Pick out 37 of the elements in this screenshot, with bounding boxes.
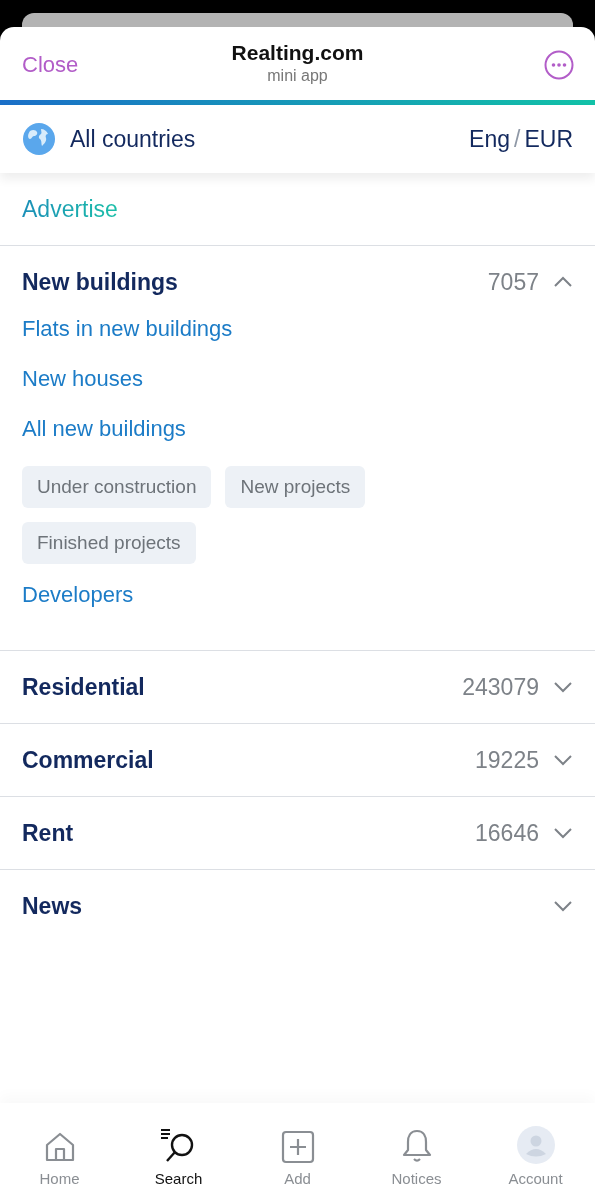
tab-button[interactable]: Notices bbox=[357, 1103, 476, 1200]
app-subtitle: mini app bbox=[267, 67, 328, 85]
listing-count: 7057 bbox=[487, 268, 539, 296]
separator: / bbox=[514, 125, 521, 153]
tab-button[interactable]: Home bbox=[0, 1103, 119, 1200]
listing-count: 19225 bbox=[475, 746, 539, 774]
avatar-icon bbox=[516, 1126, 555, 1164]
chevron-down-icon[interactable] bbox=[553, 900, 573, 912]
chevron-up-icon[interactable] bbox=[553, 276, 573, 288]
section-title[interactable]: New buildings bbox=[22, 268, 488, 296]
app-title: Realting.com bbox=[231, 41, 364, 65]
close-button[interactable]: Close bbox=[22, 52, 79, 78]
section-title[interactable]: Rent bbox=[22, 819, 476, 847]
category-link[interactable]: All new buildings bbox=[22, 412, 186, 462]
category-link[interactable]: New houses bbox=[22, 362, 144, 412]
section-title[interactable]: Commercial bbox=[22, 746, 476, 774]
tab-button[interactable]: Account bbox=[476, 1103, 595, 1200]
filter-chip[interactable]: New projects bbox=[225, 466, 366, 508]
listing-count: 243079 bbox=[462, 673, 539, 701]
chevron-down-icon[interactable] bbox=[553, 754, 573, 766]
more-icon[interactable] bbox=[544, 50, 574, 80]
section-title[interactable]: Residential bbox=[22, 673, 463, 701]
tab-button[interactable]: Search bbox=[119, 1103, 238, 1200]
filter-chip[interactable]: Finished projects bbox=[22, 522, 196, 564]
filter-chip[interactable]: Under construction bbox=[22, 466, 212, 508]
chevron-down-icon[interactable] bbox=[553, 827, 573, 839]
country-selector[interactable]: All countries bbox=[70, 125, 196, 153]
add-icon bbox=[280, 1130, 315, 1164]
chevron-down-icon[interactable] bbox=[553, 681, 573, 693]
language-selector[interactable]: Eng bbox=[469, 125, 511, 153]
section-title[interactable]: News bbox=[22, 892, 553, 920]
category-link[interactable]: Developers bbox=[22, 578, 134, 628]
currency-selector[interactable]: EUR bbox=[524, 125, 573, 153]
category-link[interactable]: Flats in new buildings bbox=[22, 312, 233, 362]
tab-button[interactable]: Add bbox=[238, 1103, 357, 1200]
globe-icon bbox=[22, 122, 56, 156]
listing-count: 16646 bbox=[475, 819, 539, 847]
